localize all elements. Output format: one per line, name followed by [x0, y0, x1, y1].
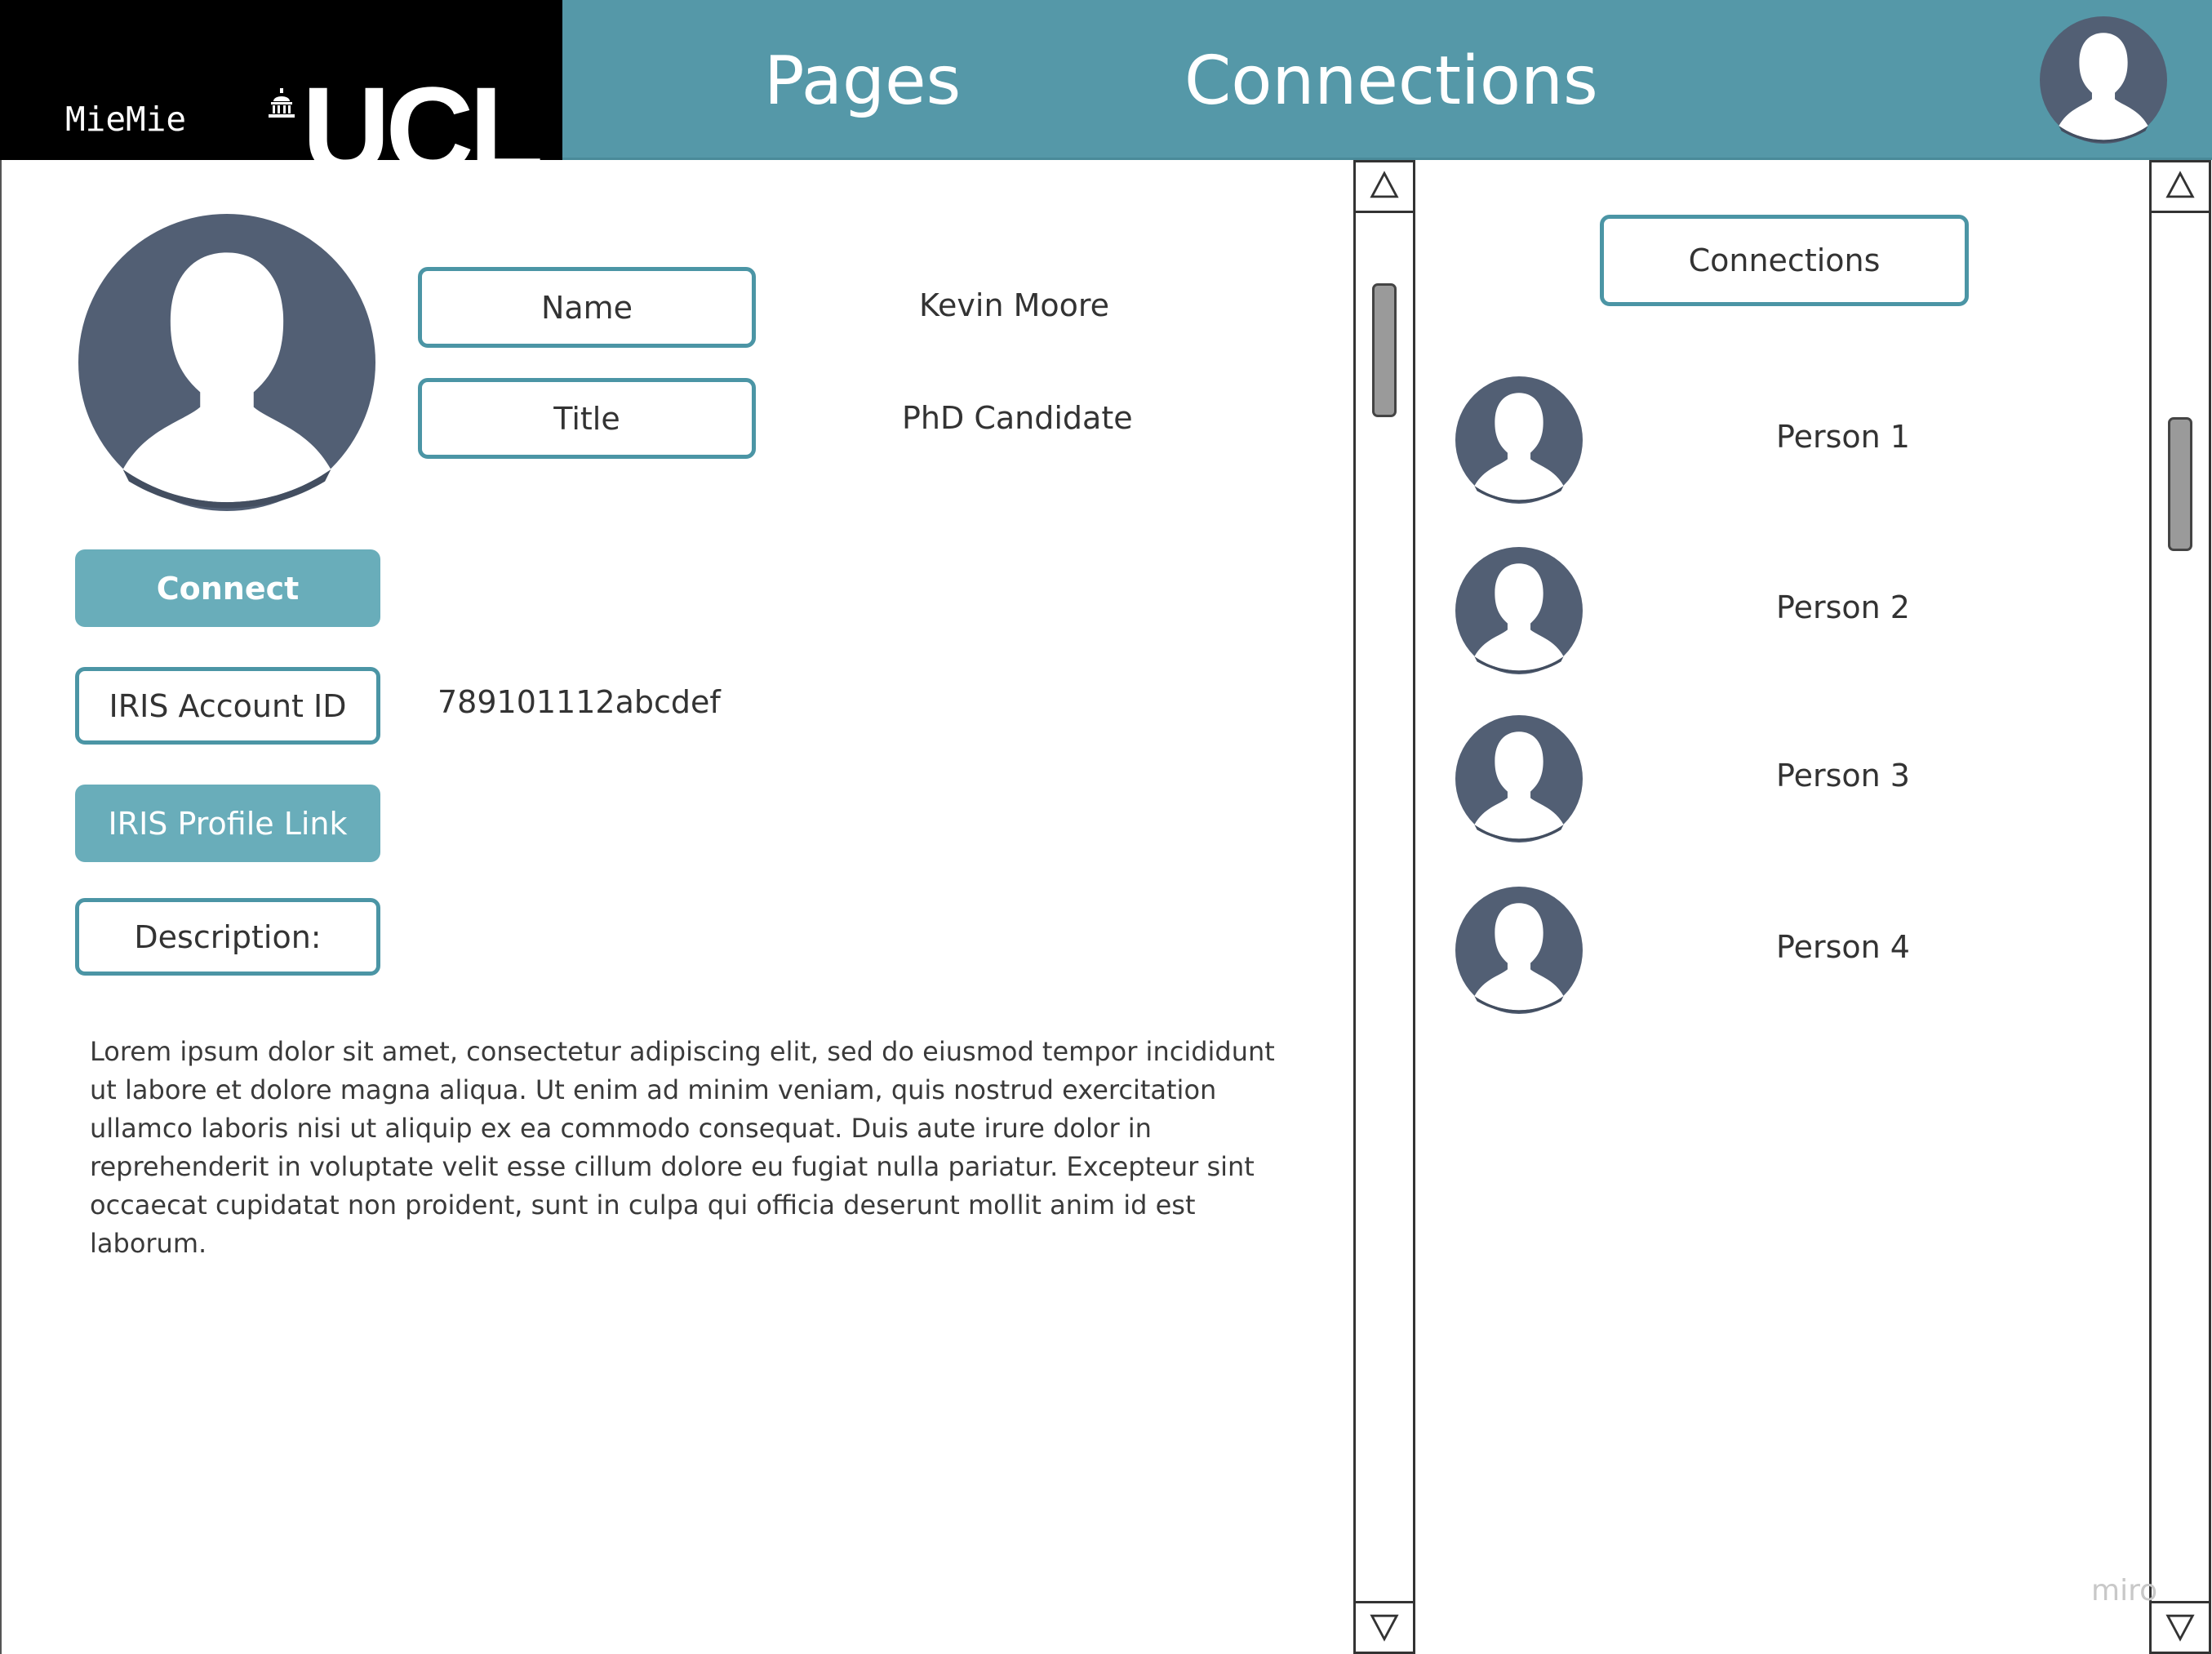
connection-avatar [1455, 376, 1583, 504]
title-value: PhD Candidate [902, 400, 1133, 436]
title-label: Title [418, 378, 756, 459]
ucl-building-icon [269, 88, 295, 118]
description-text: Lorem ipsum dolor sit amet, consectetur … [90, 1036, 1275, 1259]
profile-avatar-icon [78, 214, 375, 511]
ucl-logo-text: UCL [302, 61, 544, 160]
person-avatar-icon [1455, 887, 1583, 1014]
iris-account-id-label: IRIS Account ID [75, 667, 380, 745]
scroll-thumb[interactable] [2168, 417, 2192, 551]
connection-item[interactable]: Person 2 [1455, 547, 2027, 678]
triangle-down-icon [1370, 1614, 1399, 1642]
triangle-down-icon [2165, 1614, 2195, 1642]
connection-name: Person 4 [1776, 929, 1910, 965]
profile-scrollbar[interactable] [1353, 160, 1415, 1654]
profile-avatar [78, 214, 375, 511]
scroll-up-button[interactable] [1356, 162, 1413, 213]
scroll-down-button[interactable] [1356, 1601, 1413, 1652]
iris-profile-link-button[interactable]: IRIS Profile Link [75, 785, 380, 862]
person-avatar-icon [1455, 376, 1583, 504]
connections-scrollbar[interactable] [2149, 160, 2211, 1654]
miro-watermark: miro [2091, 1574, 2158, 1607]
user-account-avatar[interactable] [2040, 16, 2167, 144]
person-avatar-icon [1455, 715, 1583, 843]
connect-button[interactable]: Connect [75, 549, 380, 627]
left-panel-border [0, 160, 2, 1654]
top-navigation-bar: Pages Connections [562, 0, 2212, 160]
connection-name: Person 2 [1776, 589, 1910, 625]
connection-item[interactable]: Person 1 [1455, 376, 2027, 507]
triangle-up-icon [1370, 171, 1399, 198]
name-value: Kevin Moore [919, 287, 1110, 323]
app-name: MieMie [65, 100, 187, 139]
nav-link-connections[interactable]: Connections [1184, 41, 1598, 122]
scroll-thumb[interactable] [1372, 283, 1397, 417]
name-label: Name [418, 267, 756, 348]
connection-avatar [1455, 887, 1583, 1014]
connection-item[interactable]: Person 3 [1455, 715, 2027, 846]
connections-header: Connections [1600, 215, 1969, 306]
connection-name: Person 3 [1776, 758, 1910, 794]
scroll-down-button[interactable] [2152, 1601, 2209, 1652]
connection-avatar [1455, 715, 1583, 843]
connection-avatar [1455, 547, 1583, 674]
scroll-up-button[interactable] [2152, 162, 2209, 213]
description-label: Description: [75, 898, 380, 976]
ucl-logo[interactable]: UCL [263, 69, 549, 160]
triangle-up-icon [2165, 171, 2195, 198]
connection-item[interactable]: Person 4 [1455, 887, 2027, 1017]
nav-link-pages[interactable]: Pages [764, 41, 961, 122]
iris-account-id-value: 789101112abcdef [438, 684, 721, 720]
connection-name: Person 1 [1776, 419, 1910, 455]
brand-bar: MieMie UCL [0, 0, 562, 160]
person-avatar-icon [1455, 547, 1583, 674]
user-avatar-icon [2040, 16, 2167, 144]
